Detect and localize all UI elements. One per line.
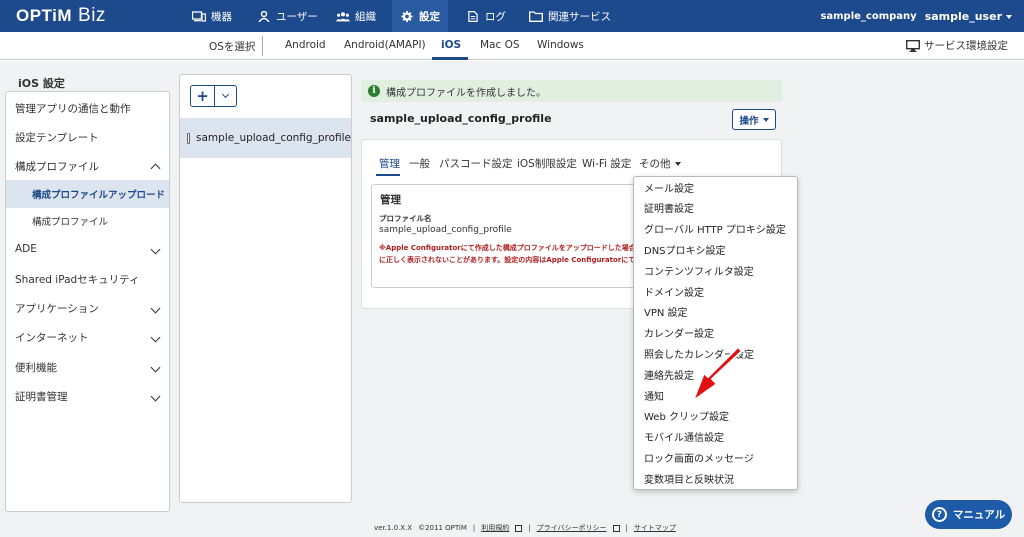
- os-tab-android[interactable]: Android: [285, 39, 326, 51]
- chevron-down-icon: [150, 391, 161, 402]
- tab-management[interactable]: 管理: [379, 156, 400, 171]
- chevron-up-icon: [150, 163, 161, 174]
- add-options-dropdown[interactable]: [215, 86, 236, 106]
- add-button-group: +: [190, 85, 237, 107]
- external-link-icon: [515, 524, 523, 532]
- nav-devices[interactable]: 機器: [192, 0, 232, 32]
- menu-item-dns-proxy[interactable]: DNSプロキシ設定: [634, 239, 797, 259]
- sidebar-item-certificates[interactable]: 証明書管理: [6, 382, 169, 410]
- caret-down-icon: [674, 162, 681, 166]
- nav-related-services[interactable]: 関連サービス: [529, 0, 611, 32]
- sidebar-item-config-profile-group[interactable]: 構成プロファイル: [6, 152, 169, 180]
- sitemap-link[interactable]: サイトマップ: [634, 523, 676, 533]
- menu-item-lock-screen-message[interactable]: ロック画面のメッセージ: [634, 447, 797, 467]
- nav-organization[interactable]: 組織: [336, 0, 376, 32]
- os-tab-android-amapi[interactable]: Android(AMAPI): [344, 39, 426, 51]
- menu-item-web-clip[interactable]: Web クリップ設定: [634, 406, 797, 426]
- external-link-icon: [612, 524, 620, 532]
- menu-item-variables[interactable]: 変数項目と反映状況: [634, 468, 797, 488]
- log-icon: [468, 10, 478, 22]
- menu-item-content-filter[interactable]: コンテンツフィルタ設定: [634, 260, 797, 280]
- monitor-icon: [906, 39, 920, 52]
- user-area: sample_company sample_user: [820, 0, 1012, 32]
- annotation-arrow-icon: [692, 346, 743, 402]
- chevron-down-icon: [221, 90, 230, 99]
- tab-passcode[interactable]: パスコード設定: [439, 156, 513, 171]
- menu-item-mail[interactable]: メール設定: [634, 177, 797, 197]
- footer: ver.1.0.X.X ©2011 OPTiM | 利用規約 | プライバシーポ…: [374, 523, 676, 533]
- nav-log[interactable]: ログ: [466, 0, 506, 32]
- caret-down-icon: [1006, 14, 1012, 19]
- os-tab-windows[interactable]: Windows: [537, 39, 584, 51]
- add-button[interactable]: +: [191, 86, 215, 106]
- sidebar-item-app-communication[interactable]: 管理アプリの通信と動作: [6, 94, 169, 122]
- help-icon: ?: [931, 507, 947, 522]
- chevron-down-icon: [150, 244, 161, 255]
- sidebar-item-ade[interactable]: ADE: [6, 235, 169, 263]
- success-alert: i 構成プロファイルを作成しました。: [361, 80, 782, 102]
- menu-item-certificate[interactable]: 証明書設定: [634, 198, 797, 218]
- tab-general[interactable]: 一般: [409, 156, 430, 171]
- tab-wifi[interactable]: Wi-Fi 設定: [582, 156, 631, 171]
- chevron-down-icon: [150, 332, 161, 343]
- user-menu[interactable]: sample_user: [925, 10, 1012, 23]
- profile-list-panel: + sample_upload_config_profile: [179, 74, 352, 503]
- chevron-down-icon: [150, 362, 161, 373]
- sidebar-item-internet[interactable]: インターネット: [6, 323, 169, 351]
- operations-button[interactable]: 操作: [732, 109, 776, 130]
- version-text: ver.1.0.X.X: [374, 524, 413, 532]
- os-tab-macos[interactable]: Mac OS: [480, 39, 520, 51]
- os-select-label: OSを選択: [209, 41, 256, 53]
- profile-title: sample_upload_config_profile: [370, 112, 552, 125]
- tab-other[interactable]: その他: [639, 156, 681, 171]
- company-name: sample_company: [820, 10, 917, 22]
- os-tab-ios[interactable]: iOS: [441, 39, 461, 51]
- copyright-text: ©2011 OPTiM: [418, 524, 467, 532]
- active-tab-indicator: [432, 57, 468, 60]
- list-item[interactable]: sample_upload_config_profile: [180, 118, 351, 158]
- nav-settings[interactable]: 設定: [392, 0, 448, 32]
- sidebar-item-setting-template[interactable]: 設定テンプレート: [6, 123, 169, 151]
- folder-icon: [529, 10, 543, 22]
- user-icon: [258, 10, 270, 22]
- os-selector-bar: OSを選択 Android Android(AMAPI) iOS Mac OS …: [0, 32, 1024, 60]
- manual-button[interactable]: ? マニュアル: [925, 500, 1012, 529]
- sidebar-item-applications[interactable]: アプリケーション: [6, 294, 169, 322]
- menu-item-domain[interactable]: ドメイン設定: [634, 281, 797, 301]
- active-tab-indicator: [376, 174, 400, 176]
- divider: [262, 36, 263, 56]
- select-checkbox[interactable]: [187, 132, 191, 144]
- gear-icon: [401, 10, 413, 22]
- menu-item-cellular[interactable]: モバイル通信設定: [634, 427, 797, 447]
- caret-down-icon: [762, 117, 769, 122]
- sidebar-item-config-profile-upload[interactable]: 構成プロファイルアップロード: [6, 180, 169, 208]
- service-env-settings-link[interactable]: サービス環境設定: [906, 38, 1008, 53]
- menu-item-vpn[interactable]: VPN 設定: [634, 302, 797, 322]
- profile-name-value: sample_upload_config_profile: [379, 225, 512, 235]
- chevron-down-icon: [150, 303, 161, 314]
- tab-ios-restrictions[interactable]: iOS制限設定: [517, 156, 577, 171]
- sidebar-item-convenience[interactable]: 便利機能: [6, 353, 169, 381]
- profile-name-label: プロファイル名: [379, 214, 432, 223]
- menu-item-calendar[interactable]: カレンダー設定: [634, 323, 797, 343]
- menu-item-global-http-proxy[interactable]: グローバル HTTP プロキシ設定: [634, 219, 797, 239]
- organization-icon: [336, 11, 350, 21]
- section-title: 管理: [380, 194, 401, 206]
- terms-link[interactable]: 利用規約: [481, 523, 509, 533]
- privacy-link[interactable]: プライバシーポリシー: [537, 523, 607, 533]
- info-icon: i: [368, 85, 380, 97]
- top-navbar: OPTiM Biz 機器 ユーザー 組織 設定 ログ 関連サービス sample_…: [0, 0, 1024, 32]
- devices-icon: [192, 10, 206, 22]
- sidebar-item-shared-ipad[interactable]: Shared iPadセキュリティ: [6, 265, 169, 293]
- other-settings-dropdown: メール設定 証明書設定 グローバル HTTP プロキシ設定 DNSプロキシ設定 …: [633, 176, 798, 490]
- logo[interactable]: OPTiM Biz: [16, 5, 106, 27]
- sidebar-title: iOS 設定: [18, 77, 65, 90]
- sidebar-item-config-profile[interactable]: 構成プロファイル: [6, 207, 169, 235]
- sidebar: 管理アプリの通信と動作 設定テンプレート 構成プロファイル 構成プロファイルアッ…: [5, 91, 170, 512]
- nav-users[interactable]: ユーザー: [257, 0, 318, 32]
